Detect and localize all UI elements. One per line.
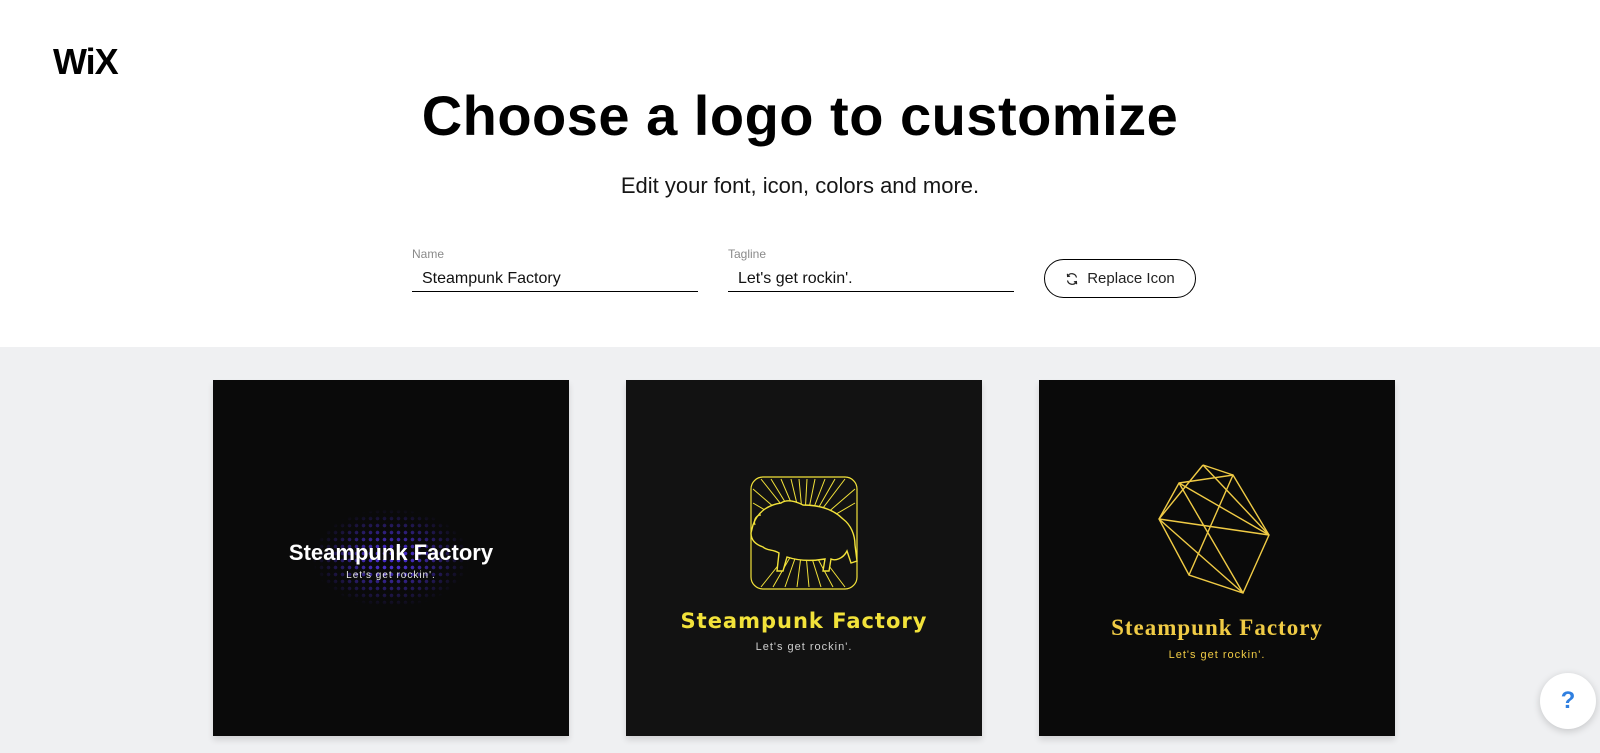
replace-icon-label: Replace Icon	[1087, 270, 1175, 287]
help-question-icon: ?	[1560, 687, 1576, 714]
refresh-icon	[1067, 272, 1078, 285]
logo-card-2-tagline: Let's get rockin'.	[755, 641, 853, 653]
page-subtitle: Edit your font, icon, colors and more.	[620, 173, 980, 198]
tagline-input[interactable]	[728, 270, 1014, 292]
logo-gallery: Steampunk Factory Let's get rockin'. Ste…	[0, 347, 1600, 753]
tagline-field-label: Tagline	[728, 247, 767, 261]
help-button[interactable]: ?	[1540, 673, 1596, 729]
page-title: Choose a logo to customize	[421, 84, 1179, 147]
geometric-polygon-icon	[1158, 464, 1270, 594]
logo-card-3[interactable]: Steampunk Factory Let's get rockin'.	[1039, 380, 1395, 736]
tagline-field: Tagline	[728, 247, 1014, 292]
wix-logo[interactable]: WiX	[53, 44, 119, 80]
logo-card-3-tagline: Let's get rockin'.	[1168, 649, 1266, 661]
name-input[interactable]	[412, 270, 698, 292]
name-field: Name	[412, 247, 698, 292]
replace-icon-button[interactable]: Replace Icon	[1044, 259, 1196, 298]
logo-card-1-name: Steampunk Factory	[288, 539, 494, 565]
logo-card-1-tagline: Let's get rockin'.	[346, 569, 436, 581]
logo-card-1[interactable]: Steampunk Factory Let's get rockin'.	[213, 380, 569, 736]
logo-card-3-name: Steampunk Factory	[1111, 615, 1323, 640]
logo-card-2[interactable]: Steampunk Factory Let's get rockin'.	[626, 380, 982, 736]
name-field-label: Name	[412, 247, 445, 261]
logo-card-2-name: Steampunk Factory	[680, 609, 928, 633]
bison-sunburst-icon	[750, 476, 858, 590]
